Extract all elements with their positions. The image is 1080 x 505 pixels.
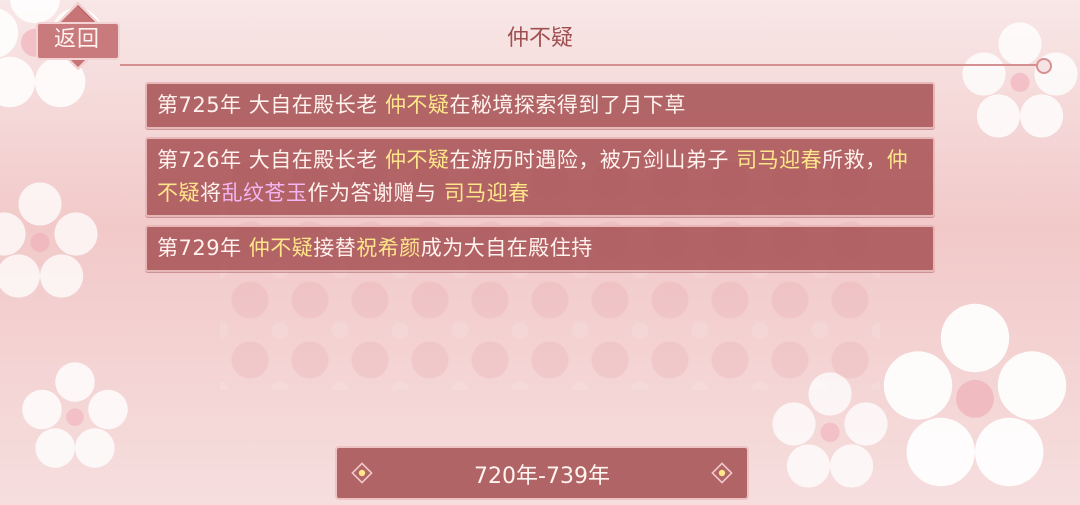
event-2-text-1: 第726年 大自在殿长老 (157, 148, 385, 172)
event-item-2: 第726年 大自在殿长老 仲不疑在游历时遇险，被万剑山弟子 司马迎春所救，仲不疑… (145, 137, 935, 217)
event-1-text-2: 仲不疑 (384, 93, 450, 117)
event-2-text-4: 司马迎春 (736, 148, 823, 172)
event-2-text-5: 所救， (822, 148, 887, 172)
year-range-selector[interactable]: 720年-739年 (335, 446, 749, 500)
header-divider (120, 58, 1052, 74)
year-range-label: 720年-739年 (474, 464, 610, 489)
event-2-text-2: 仲不疑 (384, 148, 450, 172)
event-2-text-8: 乱纹苍玉 (221, 181, 308, 205)
event-1-text-1: 第725年 大自在殿长老 (157, 93, 385, 117)
event-2-text-7: 将 (200, 181, 222, 205)
event-1-text-3: 在秘境探索得到了月下草 (449, 93, 686, 117)
event-list: 第725年 大自在殿长老 仲不疑在秘境探索得到了月下草 第726年 大自在殿长老… (145, 82, 935, 280)
page-title: 仲不疑 (506, 26, 573, 51)
event-2-text-10: 司马迎春 (443, 181, 530, 205)
event-3-text-4: 祝希颜 (356, 236, 421, 260)
event-3-text-2: 仲不疑 (248, 236, 314, 260)
blossom-decoration-left-middle (0, 180, 100, 300)
event-item-1: 第725年 大自在殿长老 仲不疑在秘境探索得到了月下草 (145, 82, 935, 129)
event-3-text-1: 第729年 (157, 236, 249, 260)
event-3-text-3: 接替 (313, 236, 357, 260)
right-ornament-icon (705, 457, 739, 489)
event-2-text-3: 在游历时遇险，被万剑山弟子 (449, 148, 737, 172)
event-2-text-9: 作为答谢赠与 (307, 181, 444, 205)
event-item-3: 第729年 仲不疑接替祝希颜成为大自在殿住持 (145, 225, 935, 272)
event-3-text-5: 成为大自在殿住持 (420, 236, 593, 260)
blossom-decoration-bottom-left (20, 360, 130, 470)
blossom-decoration-bottom-right (880, 300, 1070, 490)
